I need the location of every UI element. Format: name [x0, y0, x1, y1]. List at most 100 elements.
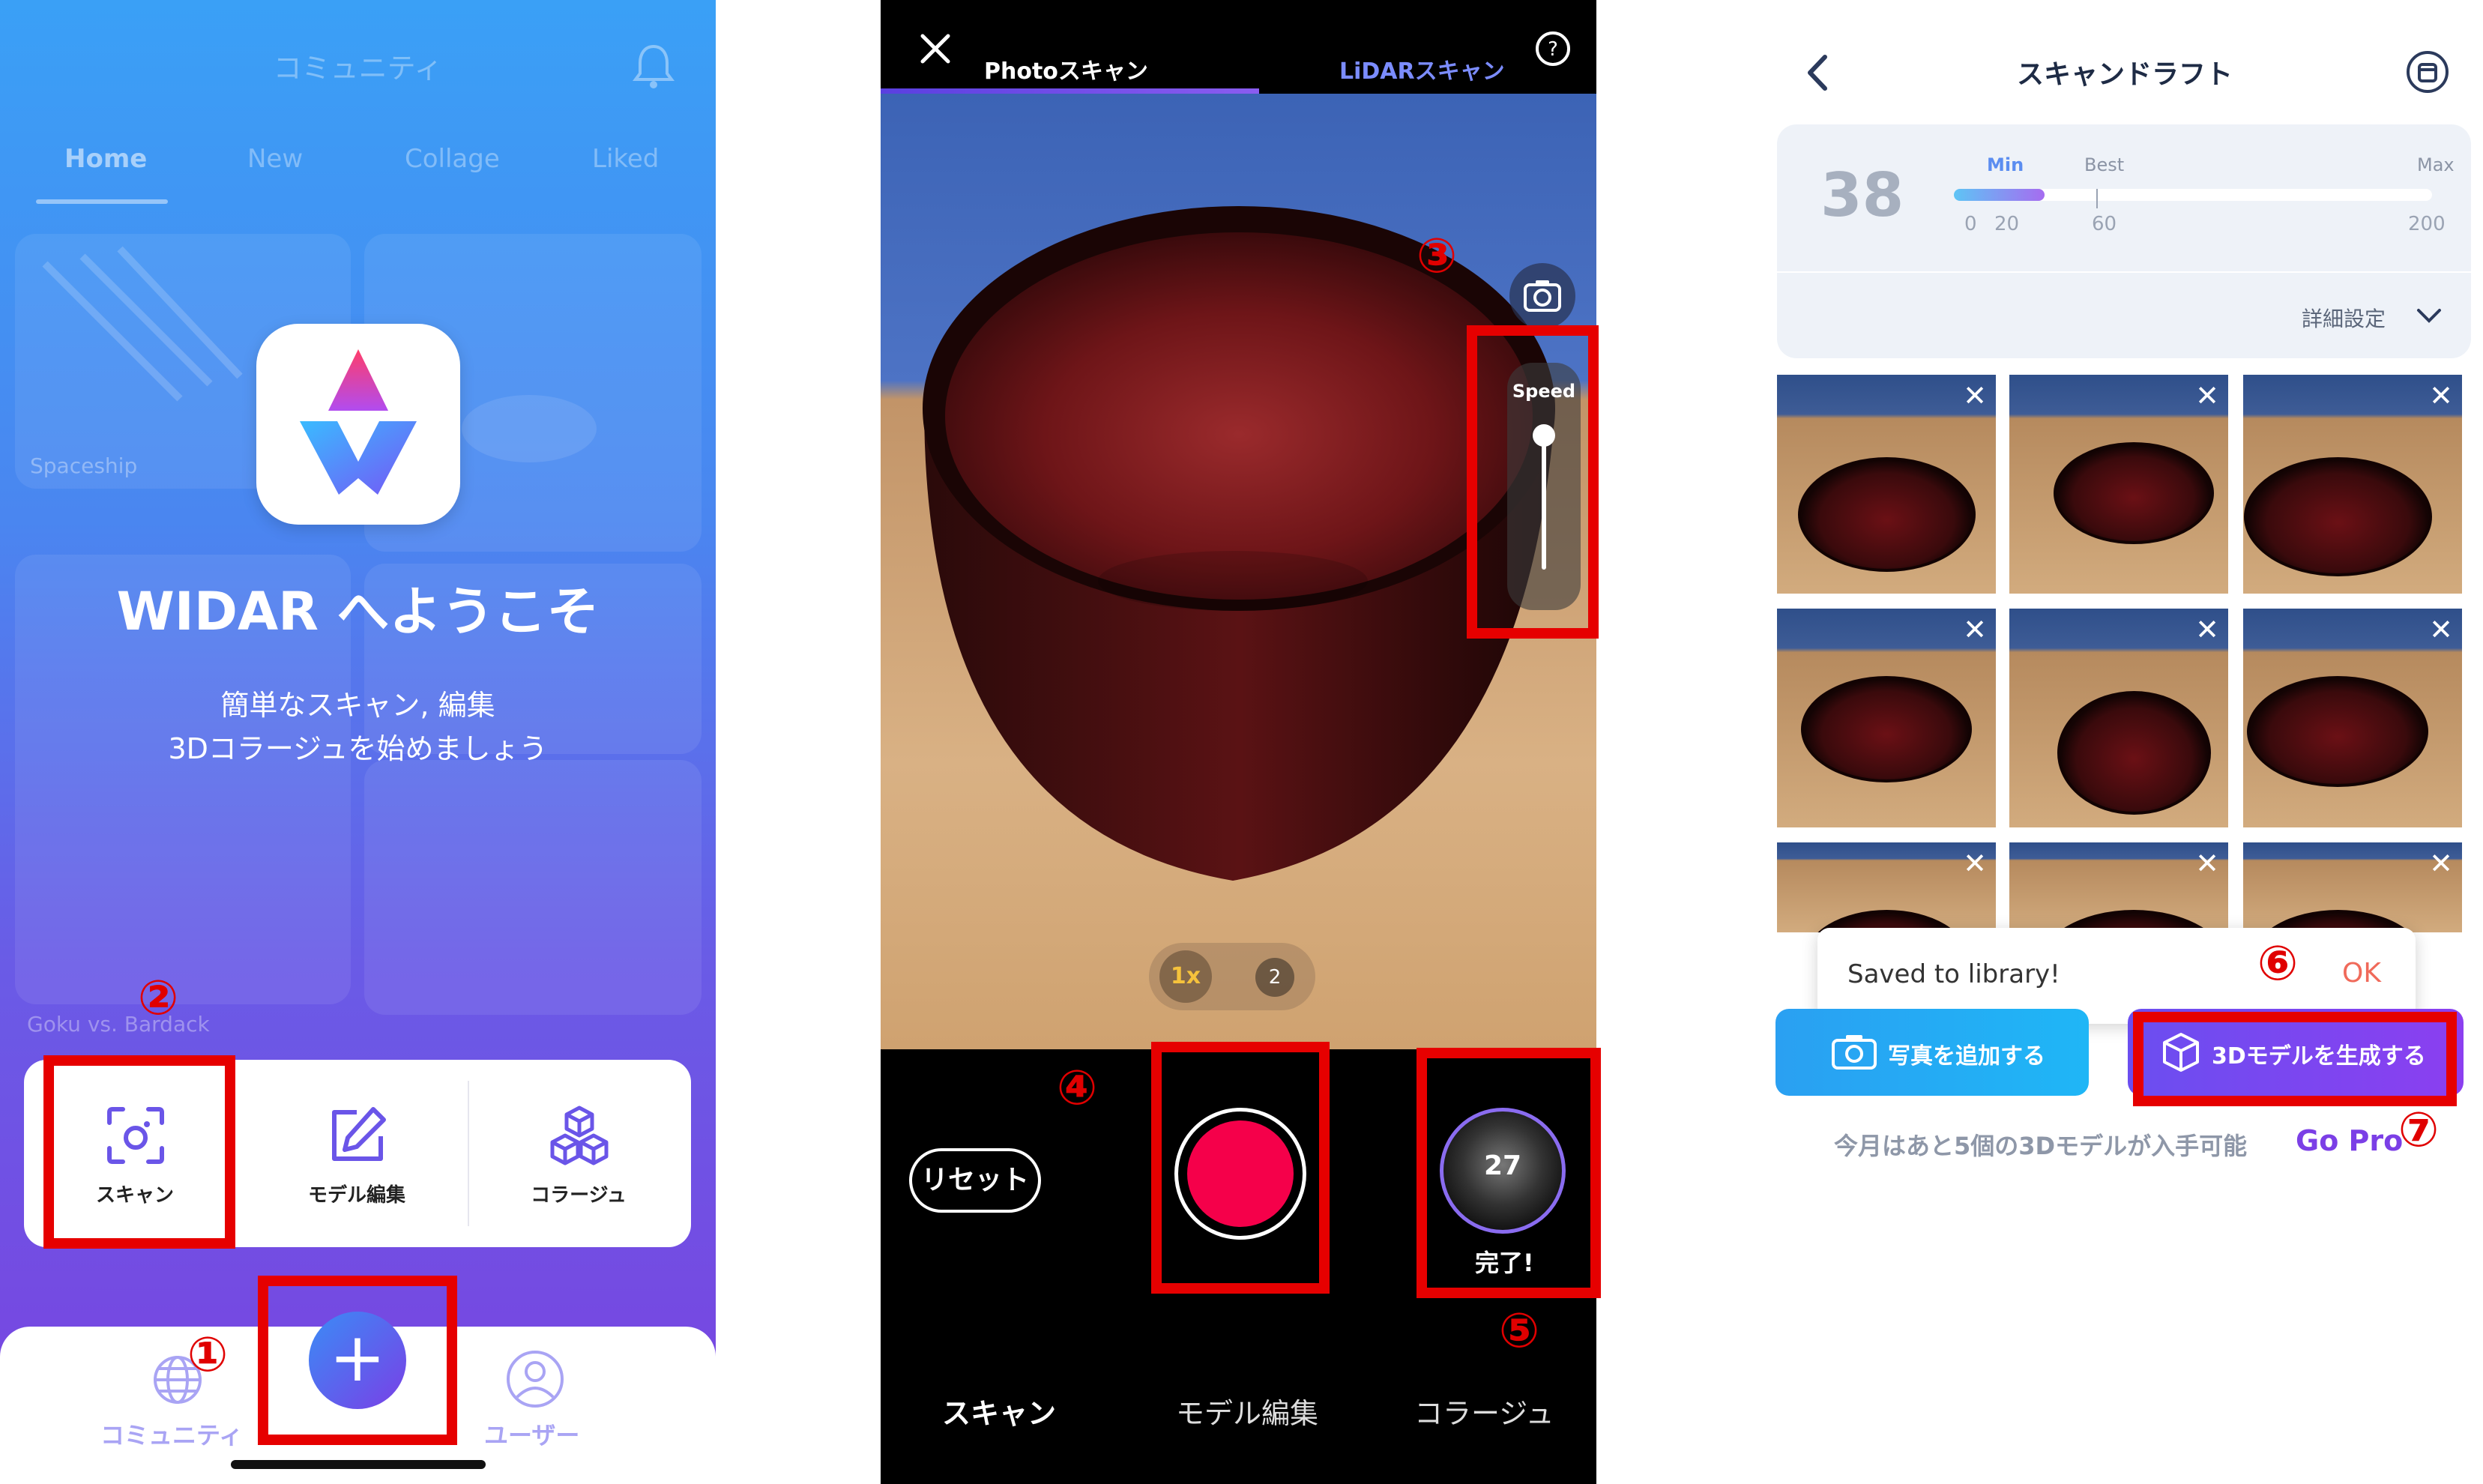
- bowl-photo: [2243, 457, 2432, 576]
- photo-quality-panel: 38 Min Best Max 0 20 60 200 詳細設定: [1777, 124, 2471, 358]
- annotation-6: ⑥: [2257, 936, 2299, 992]
- feed-tabs: Home New Collage Liked: [0, 144, 716, 211]
- menu-collage[interactable]: コラージュ: [468, 1060, 690, 1247]
- add-photo-label: 写真を追加する: [1888, 1043, 2045, 1070]
- bowl-photo: [2057, 691, 2211, 815]
- scan-thumbnail[interactable]: ✕: [2009, 375, 2228, 594]
- menu-collage-label: コラージュ: [531, 1184, 627, 1207]
- remove-photo-icon[interactable]: ✕: [2195, 379, 2219, 412]
- add-photo-button[interactable]: 写真を追加する: [1775, 1009, 2089, 1096]
- storage-icon[interactable]: [2405, 49, 2450, 94]
- remove-photo-icon[interactable]: ✕: [2195, 613, 2219, 646]
- tab-liked[interactable]: Liked: [592, 144, 659, 174]
- welcome-subtitle-line2: 3Dコラージュを始めましょう: [168, 732, 548, 765]
- annotation-5: ⑤: [1499, 1303, 1540, 1359]
- bell-icon[interactable]: [631, 42, 676, 91]
- tick-0: 0: [1964, 213, 1977, 235]
- photo-count-value: 38: [1820, 160, 1904, 230]
- camera-switch-icon[interactable]: [1509, 262, 1576, 330]
- annotation-1: ①: [187, 1327, 229, 1383]
- annotation-box-3: [1467, 325, 1599, 639]
- detail-settings-link[interactable]: 詳細設定: [2302, 303, 2386, 333]
- annotation-box-5: [1417, 1048, 1601, 1298]
- annotation-2: ②: [138, 971, 179, 1026]
- widar-home-screen: コミュニティ Home New Collage Liked Spaceship …: [0, 0, 716, 1484]
- scan-thumbnail[interactable]: ✕: [1777, 842, 1996, 932]
- nav-community-label[interactable]: コミュニティ: [100, 1417, 243, 1451]
- best-marker: [2096, 189, 2098, 208]
- card-label: Spaceship: [30, 453, 138, 478]
- welcome-subtitle-line1: 簡単なスキャン, 編集: [220, 689, 495, 722]
- help-icon[interactable]: ?: [1534, 30, 1572, 67]
- edit-icon: [332, 1107, 386, 1161]
- tick-20: 20: [1994, 213, 2020, 235]
- tab-collage[interactable]: コラージュ: [1414, 1390, 1554, 1432]
- remove-photo-icon[interactable]: ✕: [1963, 379, 1987, 412]
- tab-lidar-scan[interactable]: LiDARスキャン: [1339, 52, 1505, 85]
- chevron-down-icon[interactable]: [2416, 307, 2443, 325]
- toast-ok-button[interactable]: OK: [2342, 958, 2381, 989]
- quality-track: [1954, 189, 2432, 208]
- annotation-box-7: [2133, 1012, 2457, 1106]
- bowl-photo: [1797, 457, 1976, 572]
- remove-photo-icon[interactable]: ✕: [2195, 847, 2219, 880]
- header-title: コミュニティ: [273, 52, 443, 85]
- scale-best-label: Best: [2084, 154, 2125, 175]
- welcome-title: WIDAR へようこそ: [116, 581, 600, 642]
- cubes-icon: [550, 1106, 609, 1165]
- tab-model-edit[interactable]: モデル編集: [1176, 1390, 1318, 1432]
- annotation-3: ③: [1417, 229, 1458, 284]
- scan-thumbnail[interactable]: ✕: [2243, 375, 2462, 594]
- user-icon[interactable]: [505, 1349, 565, 1409]
- bowl-photo: [2054, 442, 2214, 544]
- remove-photo-icon[interactable]: ✕: [2429, 379, 2453, 412]
- quality-fill: [1954, 189, 2045, 201]
- menu-model-edit[interactable]: モデル編集: [246, 1060, 468, 1247]
- scan-mode-bar: Photoスキャン LiDARスキャン ?: [881, 0, 1596, 94]
- scan-thumbnail[interactable]: ✕: [2009, 609, 2228, 827]
- tick-60: 60: [2092, 213, 2117, 235]
- card-label: Goku vs. Bardack: [27, 1012, 210, 1037]
- remove-photo-icon[interactable]: ✕: [2429, 613, 2453, 646]
- scan-draft-screen: スキャンドラフト 38 Min Best Max 0 20 60 200 詳細設…: [1767, 0, 2483, 1484]
- annotation-box-1: [258, 1276, 457, 1445]
- page-title: スキャンドラフト: [2016, 59, 2233, 90]
- tab-scan[interactable]: スキャン: [942, 1390, 1056, 1432]
- tab-photo-scan[interactable]: Photoスキャン: [984, 52, 1148, 85]
- toast-message: Saved to library!: [1847, 959, 2060, 989]
- annotation-box-2: [43, 1055, 235, 1249]
- scan-thumbnail[interactable]: ✕: [2243, 609, 2462, 827]
- scale-min-label: Min: [1987, 154, 2024, 175]
- zoom-2x[interactable]: 2: [1255, 958, 1294, 997]
- home-indicator: [231, 1460, 486, 1469]
- scan-thumbnail[interactable]: ✕: [2243, 842, 2462, 932]
- annotation-box-4: [1151, 1042, 1330, 1294]
- tab-indicator: [36, 199, 168, 204]
- remove-photo-icon[interactable]: ✕: [1963, 847, 1987, 880]
- annotation-4: ④: [1057, 1061, 1098, 1116]
- reset-button[interactable]: リセット: [909, 1148, 1041, 1213]
- camera-icon: [1832, 1035, 1877, 1070]
- nav-user-label[interactable]: ユーザー: [484, 1417, 579, 1451]
- scan-thumbnail[interactable]: ✕: [1777, 609, 1996, 827]
- feed-card[interactable]: [364, 760, 702, 1015]
- annotation-7: ⑦: [2398, 1103, 2440, 1158]
- help-glyph: ?: [1548, 38, 1558, 61]
- tab-home[interactable]: Home: [64, 144, 147, 174]
- go-pro-link[interactable]: Go Pro: [2296, 1124, 2403, 1157]
- scan-thumbnail[interactable]: ✕: [1777, 375, 1996, 594]
- close-icon[interactable]: [918, 31, 953, 66]
- widar-logo: [256, 324, 460, 525]
- widar-logo-icon: [300, 349, 417, 495]
- panel-divider: [1777, 271, 2471, 273]
- bowl-photo: [2247, 676, 2428, 787]
- remove-photo-icon[interactable]: ✕: [1963, 613, 1987, 646]
- remove-photo-icon[interactable]: ✕: [2429, 847, 2453, 880]
- scale-max-label: Max: [2417, 154, 2455, 175]
- tick-200: 200: [2408, 213, 2446, 235]
- tab-new[interactable]: New: [247, 144, 303, 174]
- scan-thumbnail[interactable]: ✕: [2009, 842, 2228, 932]
- zoom-1x[interactable]: 1x: [1159, 950, 1212, 1003]
- tab-collage[interactable]: Collage: [405, 144, 500, 174]
- mode-indicator: [881, 88, 1259, 94]
